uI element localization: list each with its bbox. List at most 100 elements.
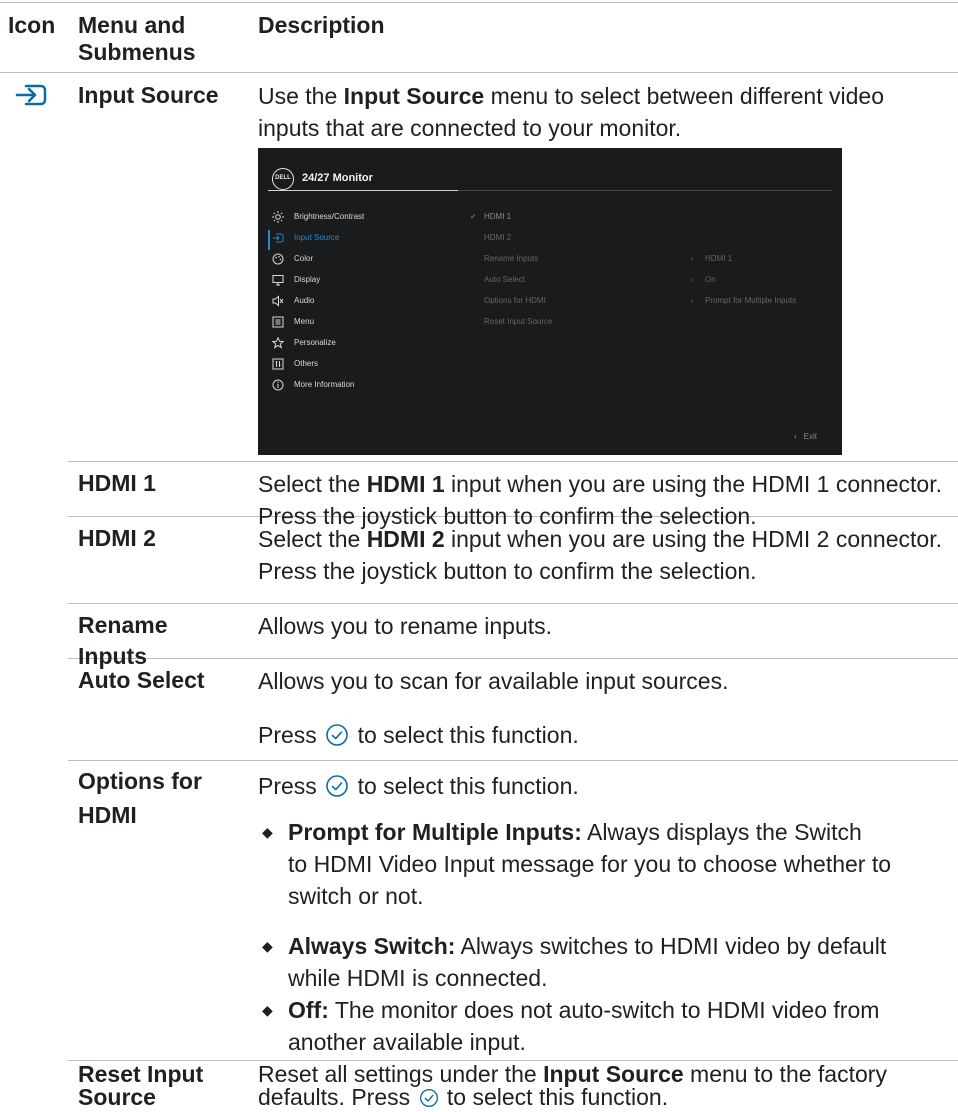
options-for-hdmi-label: Options for HDMI <box>78 766 202 831</box>
header-description-col: Description <box>258 12 385 38</box>
osd-title-underline <box>458 190 832 191</box>
osd-menu-label: Audio <box>294 296 315 305</box>
bullet-line-text: switch or not. <box>288 883 424 909</box>
desc-text: Use the <box>258 83 344 109</box>
osd-screenshot: DELL 24/27 Monitor Brightness/Contrast I… <box>258 148 842 455</box>
osd-menu-item-display[interactable]: Display <box>272 271 462 289</box>
osd-value-label: Prompt for Multiple Inputs <box>705 296 797 305</box>
label-line: Reset Input <box>78 1061 204 1087</box>
bullet-line: Off: The monitor does not auto-switch to… <box>288 994 952 1026</box>
osd-menu-item-others[interactable]: Others <box>272 355 462 373</box>
osd-title-underline-active <box>268 190 458 191</box>
header-icon-col: Icon <box>8 12 56 38</box>
osd-menu-item-brightness[interactable]: Brightness/Contrast <box>272 208 462 226</box>
bullet-bold: Off: <box>288 997 329 1023</box>
bullet-line-text: Always displays the Switch <box>581 819 862 845</box>
osd-value-label: On <box>705 275 716 284</box>
header-menu-col: Menu and Submenus <box>78 12 196 65</box>
info-icon <box>272 379 284 391</box>
bullet-icon: ◆ <box>262 824 273 840</box>
auto-select-description: Allows you to scan for available input s… <box>258 668 729 694</box>
bullet-text: Prompt for Multiple Inputs: Always displ… <box>288 816 952 912</box>
osd-submenu-auto-select[interactable]: Auto Select <box>484 271 525 289</box>
desc-text: Select the <box>258 471 367 497</box>
osd-exit-button[interactable]: ‹ Exit <box>794 432 817 441</box>
display-icon <box>272 274 284 286</box>
osd-menu-item-personalize[interactable]: Personalize <box>271 334 462 352</box>
osd-menu-item-input-source[interactable]: Input Source <box>272 229 462 247</box>
bullet-bold: Prompt for Multiple Inputs: <box>288 819 582 845</box>
bullet-icon: ◆ <box>262 1002 273 1018</box>
row-rule <box>68 603 958 604</box>
desc-text: Press <box>258 722 324 748</box>
chevron-right-icon: › <box>691 275 694 284</box>
label-line: Rename <box>78 612 168 638</box>
osd-submenu-options-hdmi[interactable]: Options for HDMI <box>484 292 546 310</box>
osd-value-auto-select: › On <box>691 271 716 289</box>
osd-menu-label: Others <box>294 359 319 368</box>
color-palette-icon <box>272 253 284 265</box>
bullet-line: Always Switch: Always switches to HDMI v… <box>288 930 952 962</box>
bullet-line-text: another available input. <box>288 1029 526 1055</box>
rename-inputs-description: Allows you to rename inputs. <box>258 613 553 639</box>
table-top-rule <box>0 2 958 3</box>
auto-select-press-instruction: Press to select this function. <box>258 719 579 751</box>
input-source-label: Input Source <box>78 82 219 108</box>
check-circle-icon <box>325 723 349 747</box>
osd-submenu-hdmi2[interactable]: HDMI 2 <box>484 229 511 247</box>
osd-selection-bar <box>268 230 270 250</box>
others-icon <box>272 358 284 370</box>
row-rule <box>68 461 958 462</box>
bullet-line: Prompt for Multiple Inputs: Always displ… <box>288 816 952 848</box>
osd-value-options-hdmi: › Prompt for Multiple Inputs <box>691 292 796 310</box>
input-source-icon <box>14 82 48 108</box>
label-line: Source <box>78 1084 156 1110</box>
header-rule <box>0 72 958 73</box>
hdmi1-label: HDMI 1 <box>78 470 156 496</box>
osd-submenu-label: HDMI 1 <box>484 212 512 221</box>
label-line: Options for <box>78 768 202 794</box>
desc-text: to select this function. <box>351 722 579 748</box>
osd-menu-item-color[interactable]: Color <box>272 250 462 268</box>
chevron-left-icon: ‹ <box>794 432 797 441</box>
osd-value-rename: › HDMI 1 <box>691 250 732 268</box>
check-circle-icon <box>419 1088 439 1108</box>
desc-bold: Input Source <box>343 83 485 109</box>
osd-exit-label: Exit <box>803 432 818 441</box>
osd-value-label: HDMI 1 <box>705 254 733 263</box>
desc-text: Select the <box>258 526 367 552</box>
osd-menu-item-menu[interactable]: Menu <box>272 313 462 331</box>
bullet-text: Off: The monitor does not auto-switch to… <box>288 994 952 1058</box>
desc-text: Press <box>258 773 324 799</box>
checkmark-icon: ✓ <box>470 212 477 221</box>
osd-menu-label: Menu <box>294 317 315 326</box>
bullet-line-text: to HDMI Video Input message for you to c… <box>288 851 892 877</box>
row-rule <box>68 658 958 659</box>
osd-menu-item-more-information[interactable]: More Information <box>272 376 462 394</box>
osd-submenu-rename-inputs[interactable]: Rename Inputs <box>484 250 538 268</box>
check-circle-icon <box>325 774 349 798</box>
dell-logo: DELL <box>272 168 294 190</box>
input-source-icon <box>272 232 284 244</box>
desc-bold: HDMI 1 <box>366 471 445 497</box>
row-rule <box>68 760 958 761</box>
osd-title: 24/27 Monitor <box>302 172 373 184</box>
bullet-text: Always Switch: Always switches to HDMI v… <box>288 930 952 994</box>
osd-menu-label: Personalize <box>294 338 336 347</box>
desc-text: to select this function. <box>351 773 579 799</box>
osd-submenu-hdmi1[interactable]: ✓ HDMI 1 <box>470 208 511 226</box>
desc-text: to select this function. <box>440 1084 669 1110</box>
osd-menu-label: Input Source <box>294 233 340 242</box>
desc-line: Reset all settings under the Input Sourc… <box>258 1063 948 1086</box>
osd-menu-label: Color <box>294 254 314 263</box>
hdmi2-description: Select the HDMI 2 input when you are usi… <box>258 523 948 587</box>
bullet-icon: ◆ <box>262 938 273 954</box>
input-source-description: Use the Input Source menu to select betw… <box>258 80 948 144</box>
manual-page: Icon Menu and Submenus Description Input… <box>0 0 958 1109</box>
brightness-icon <box>272 211 284 223</box>
osd-submenu-reset-input-source[interactable]: Reset Input Source <box>484 313 552 331</box>
options-hdmi-press-instruction: Press to select this function. <box>258 770 579 802</box>
bullet-line-text: while HDMI is connected. <box>288 965 548 991</box>
reset-input-source-description: Reset all settings under the Input Sourc… <box>258 1063 948 1109</box>
osd-menu-item-audio[interactable]: Audio <box>272 292 462 310</box>
